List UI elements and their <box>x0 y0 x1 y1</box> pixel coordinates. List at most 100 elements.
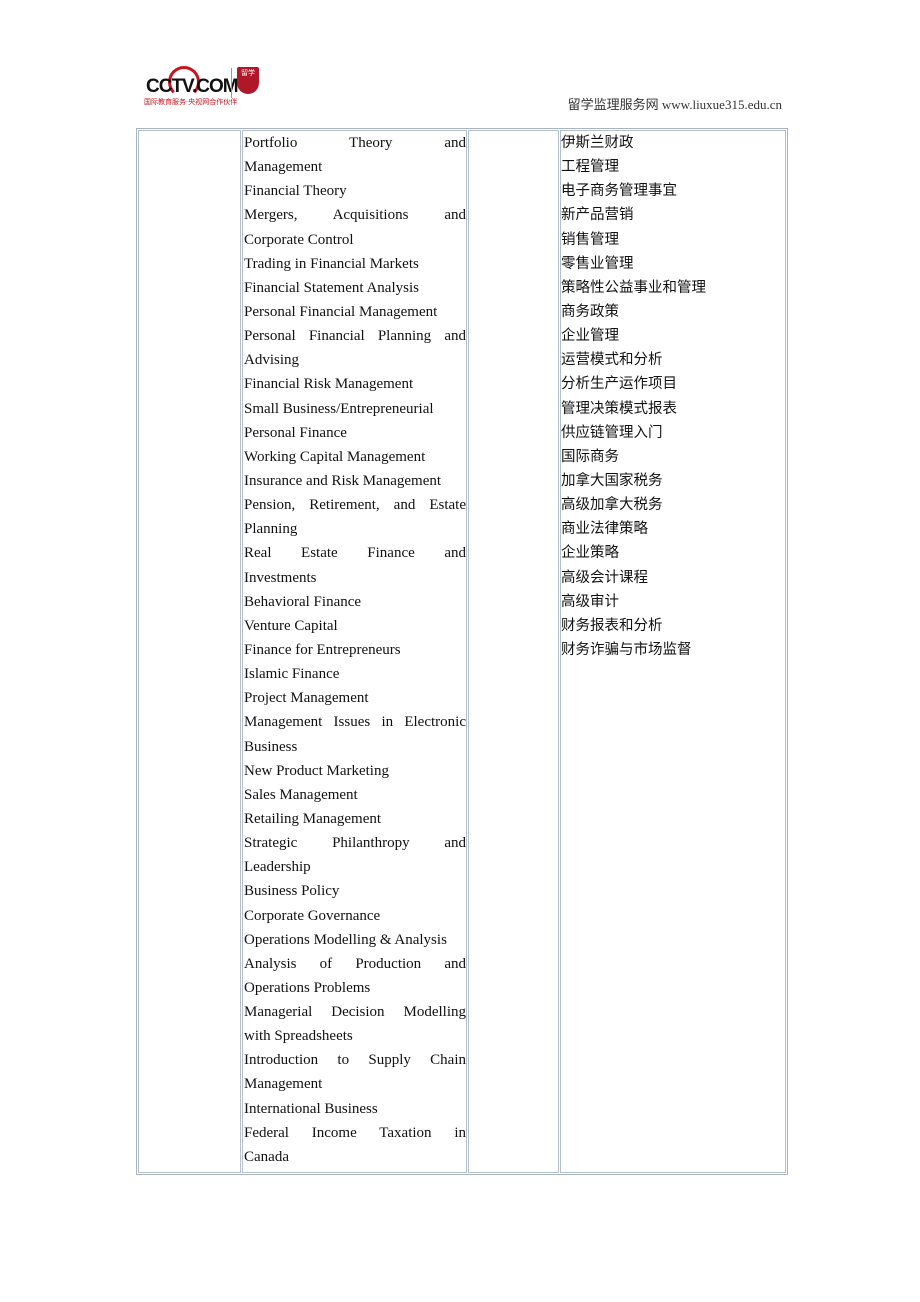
course-item-zh: 电子商务管理事宜 <box>561 183 677 200</box>
course-line: Mergers, Acquisitions and <box>244 207 466 224</box>
site-label: 留学监理服务网 www.liuxue315.edu.cn <box>567 97 782 112</box>
course-line: Personal Financial Management <box>244 303 438 320</box>
course-item-zh: 国际商务 <box>561 448 619 465</box>
logo-divider <box>231 68 232 98</box>
course-item: Financial Theory <box>244 179 466 203</box>
course-item: Finance for Entrepreneurs <box>244 638 466 662</box>
course-item-zh: 商务政策 <box>561 303 619 320</box>
course-line: Personal Finance <box>244 424 347 441</box>
course-item: Federal Income Taxation in Canada <box>244 1121 466 1169</box>
course-line: Real Estate Finance and <box>244 545 466 562</box>
course-line: with Spreadsheets <box>244 1028 353 1045</box>
course-item-zh: 财务诈骗与市场监督 <box>561 641 692 658</box>
course-item-zh: 销售管理 <box>561 231 619 248</box>
shield-icon: 留学 <box>237 67 259 94</box>
course-table: Portfolio Theory and Management Financial … <box>136 128 788 1175</box>
course-item-zh: 分析生产运作项目 <box>561 376 677 393</box>
chinese-courses-cell: 伊斯兰财政工程管理电子商务管理事宜 新产品营销销售管理零售业管理策略性公益事业和管… <box>560 130 786 1173</box>
course-line: Advising <box>244 352 300 369</box>
course-item-zh: 财务报表和分析 <box>561 617 663 634</box>
course-item: Portfolio Theory and Management <box>244 131 466 179</box>
course-item: Financial Risk Management <box>244 372 466 396</box>
table-row: Portfolio Theory and Management Financial … <box>138 130 786 1173</box>
course-item-zh: 高级审计 <box>561 593 619 610</box>
course-line: International Business <box>244 1100 378 1117</box>
course-item-zh: 工程管理 <box>561 159 619 176</box>
course-line: Management <box>244 1076 323 1093</box>
course-line: New Product Marketing <box>244 762 389 779</box>
english-courses-cell: Portfolio Theory and Management Financial … <box>242 130 467 1173</box>
course-item: Introduction to Supply Chain Management <box>244 1048 466 1096</box>
course-line: Introduction to Supply Chain <box>244 1052 466 1069</box>
course-line: Islamic Finance <box>244 666 340 683</box>
empty-cell <box>138 130 241 1173</box>
course-item: Real Estate Finance and Investments <box>244 541 466 589</box>
course-item: Financial Statement Analysis <box>244 276 466 300</box>
course-item: Trading in Financial Markets <box>244 252 466 276</box>
course-item: Retailing Management <box>244 807 466 831</box>
course-item: Small Business/Entrepreneurial <box>244 397 466 421</box>
course-item: Management Issues in Electronic Business <box>244 710 466 758</box>
course-line: Business Policy <box>244 883 340 900</box>
course-line: Personal Financial Planning and <box>244 328 466 345</box>
course-item-zh: 策略性公益事业和管理 <box>561 279 706 296</box>
course-item: Working Capital Management <box>244 445 466 469</box>
course-item: New Product Marketing <box>244 759 466 783</box>
course-line: Management Issues in Electronic <box>244 714 466 731</box>
course-line: Behavioral Finance <box>244 593 362 610</box>
course-item: Business Policy <box>244 879 466 903</box>
course-item-zh: 零售业管理 <box>561 255 634 272</box>
course-item-zh: 新产品营销 <box>561 207 634 224</box>
course-item: Insurance and Risk Management <box>244 469 466 493</box>
course-line: Retailing Management <box>244 810 382 827</box>
course-item: Venture Capital <box>244 614 466 638</box>
course-item-zh: 高级加拿大税务 <box>561 497 663 514</box>
logo-text: CCTV.COM <box>146 76 239 97</box>
course-item-zh: 伊斯兰财政 <box>561 135 634 151</box>
course-item: Project Management <box>244 686 466 710</box>
course-line: Operations Problems <box>244 979 371 996</box>
course-line: Corporate Governance <box>244 907 381 924</box>
course-line: Finance for Entrepreneurs <box>244 641 401 658</box>
course-item: Analysis of Production and Operations Pro… <box>244 952 466 1000</box>
course-line: Investments <box>244 569 317 586</box>
course-item: Personal Financial Planning and Advising <box>244 324 466 372</box>
course-line: Insurance and Risk Management <box>244 472 442 489</box>
course-line: Federal Income Taxation in <box>244 1124 466 1141</box>
course-line: Operations Modelling & Analysis <box>244 931 447 948</box>
course-item-zh: 企业管理 <box>561 328 619 345</box>
course-item: Behavioral Finance <box>244 590 466 614</box>
course-line: Planning <box>244 521 298 538</box>
course-line: Venture Capital <box>244 617 338 634</box>
course-item: Personal Financial Management <box>244 300 466 324</box>
course-line: Working Capital Management <box>244 448 426 465</box>
course-item: Personal Finance <box>244 421 466 445</box>
course-line: Pension, Retirement, and Estate <box>244 497 466 514</box>
course-item: Managerial Decision Modelling with Spread… <box>244 1000 466 1048</box>
course-item-zh: 管理决策模式报表 <box>561 400 677 417</box>
empty-cell <box>468 130 559 1173</box>
course-item-zh: 运营模式和分析 <box>561 352 663 369</box>
logo-tagline: 国际教育服务·央视网合作伙伴 <box>144 98 238 106</box>
course-line: Leadership <box>244 859 311 876</box>
course-item: International Business <box>244 1097 466 1121</box>
course-line: Project Management <box>244 690 369 707</box>
course-line: Business <box>244 738 298 755</box>
course-line: Small Business/Entrepreneurial <box>244 400 434 417</box>
course-line: Financial Theory <box>244 183 347 200</box>
course-item-zh: 加拿大国家税务 <box>561 472 663 489</box>
course-line: Financial Risk Management <box>244 376 414 393</box>
course-line: Portfolio Theory and <box>244 135 466 151</box>
course-item: Operations Modelling & Analysis <box>244 928 466 952</box>
course-item-zh: 企业策略 <box>561 545 619 562</box>
course-item-zh: 供应链管理入门 <box>561 424 663 441</box>
cctv-logo: CCTV.COM 国际教育服务·央视网合作伙伴 留学 <box>140 64 270 108</box>
course-item: Pension, Retirement, and Estate Planning <box>244 493 466 541</box>
course-item: Sales Management <box>244 783 466 807</box>
course-item: Mergers, Acquisitions and Corporate Contr… <box>244 203 466 251</box>
course-line: Analysis of Production and <box>244 955 466 972</box>
course-line: Canada <box>244 1148 289 1165</box>
course-line: Corporate Control <box>244 231 354 248</box>
course-line: Trading in Financial Markets <box>244 255 419 272</box>
course-line: Sales Management <box>244 786 358 803</box>
